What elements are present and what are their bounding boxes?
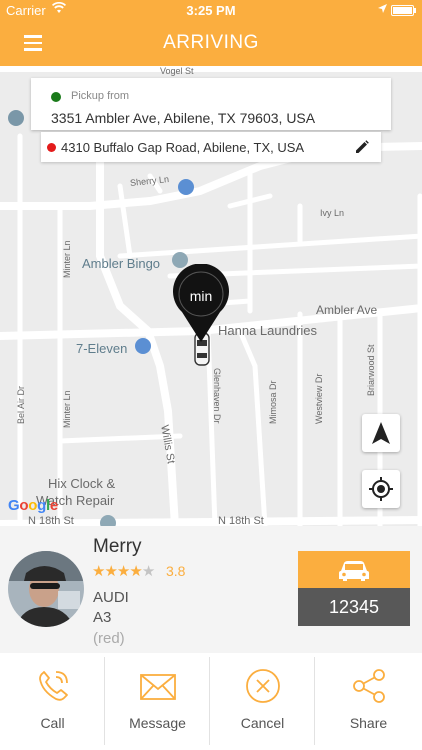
cancel-label: Cancel — [240, 715, 285, 731]
envelope-icon — [140, 674, 176, 700]
share-button[interactable]: Share — [316, 653, 421, 750]
star-icon: ★ — [141, 563, 155, 580]
status-bar: Carrier 3:25 PM — [0, 0, 422, 20]
cancel-button[interactable]: Cancel — [210, 653, 315, 750]
poi-label: Hanna Laundries — [218, 323, 318, 338]
poi-label: Ambler Bingo — [82, 256, 161, 271]
shopping-bag-icon[interactable] — [135, 338, 151, 354]
vehicle-badge — [298, 551, 410, 588]
car-model: A3 — [93, 609, 112, 626]
phone-icon — [39, 671, 68, 701]
star-icon: ★ — [129, 563, 142, 580]
street-label: N 18th St — [28, 515, 74, 526]
street-label: Ivy Ln — [320, 208, 345, 218]
street-label: Bel Air Dr — [16, 385, 26, 424]
dropoff-dot — [47, 143, 56, 152]
car-make: AUDI — [93, 589, 129, 606]
star-icon: ★ — [92, 563, 105, 580]
location-arrow-icon — [378, 4, 387, 13]
rating-stars: ★★★★★ — [92, 562, 155, 580]
message-label: Message — [129, 715, 186, 731]
poi-label: Hix Clock & — [48, 476, 116, 491]
driver-panel: Merry ★★★★★ 3.8 AUDI A3 (red) 12345 — [0, 526, 422, 653]
shopping-bag-icon[interactable] — [178, 179, 194, 195]
navigation-button[interactable] — [362, 414, 400, 452]
street-label: Glenhaven Dr — [212, 368, 222, 424]
street-label: Briarwood St — [366, 344, 376, 396]
place-marker-icon[interactable] — [100, 515, 116, 526]
street-label: Vogel St — [160, 66, 194, 76]
street-label: N 18th St — [218, 515, 264, 526]
pickup-address: 3351 Ambler Ave, Abilene, TX 79603, USA — [51, 110, 316, 126]
pickup-card[interactable]: Pickup from 3351 Ambler Ave, Abilene, TX… — [31, 78, 391, 130]
eta-pin-shape — [173, 263, 229, 342]
share-label: Share — [349, 715, 388, 731]
driver-avatar — [8, 551, 84, 627]
share-icon — [353, 669, 385, 703]
message-button[interactable]: Message — [105, 653, 210, 750]
page-title: ARRIVING — [163, 32, 259, 53]
street-label: Minter Ln — [62, 240, 72, 278]
header-bar: ARRIVING — [0, 20, 422, 66]
driver-name: Merry — [93, 536, 142, 557]
pickup-label: Pickup from — [71, 90, 130, 102]
navigation-arrow-icon — [372, 422, 390, 444]
license-plate: 12345 — [298, 588, 410, 626]
action-bar: Call Message Cancel Share — [0, 653, 422, 750]
street-label: Westview Dr — [314, 373, 324, 424]
car-icon — [339, 561, 369, 581]
clock: 3:25 PM — [186, 3, 236, 18]
pickup-dot — [51, 92, 61, 102]
star-icon: ★ — [116, 563, 130, 580]
edit-pencil-icon[interactable] — [355, 140, 369, 154]
car-color: (red) — [93, 630, 125, 647]
dropoff-card[interactable]: 4310 Buffalo Gap Road, Abilene, TX, USA — [41, 132, 381, 162]
eta-unit: min — [189, 288, 213, 304]
street-label: Mimosa Dr — [268, 380, 278, 424]
street-label: Minter Ln — [62, 390, 72, 428]
battery-icon — [391, 5, 416, 16]
street-label: Ambler Ave — [316, 303, 378, 317]
star-icon: ★ — [104, 563, 117, 580]
poi-label: 7-Eleven — [76, 341, 128, 356]
call-button[interactable]: Call — [0, 653, 105, 750]
eta-pin: min — [172, 263, 230, 344]
school-icon[interactable] — [8, 110, 24, 126]
call-label: Call — [40, 715, 65, 731]
dropoff-address: 4310 Buffalo Gap Road, Abilene, TX, USA — [61, 140, 305, 155]
google-logo: Google — [8, 497, 58, 514]
rating-value: 3.8 — [166, 563, 186, 579]
crosshair-icon — [369, 477, 393, 501]
my-location-button[interactable] — [362, 470, 400, 508]
cancel-icon — [246, 669, 280, 703]
